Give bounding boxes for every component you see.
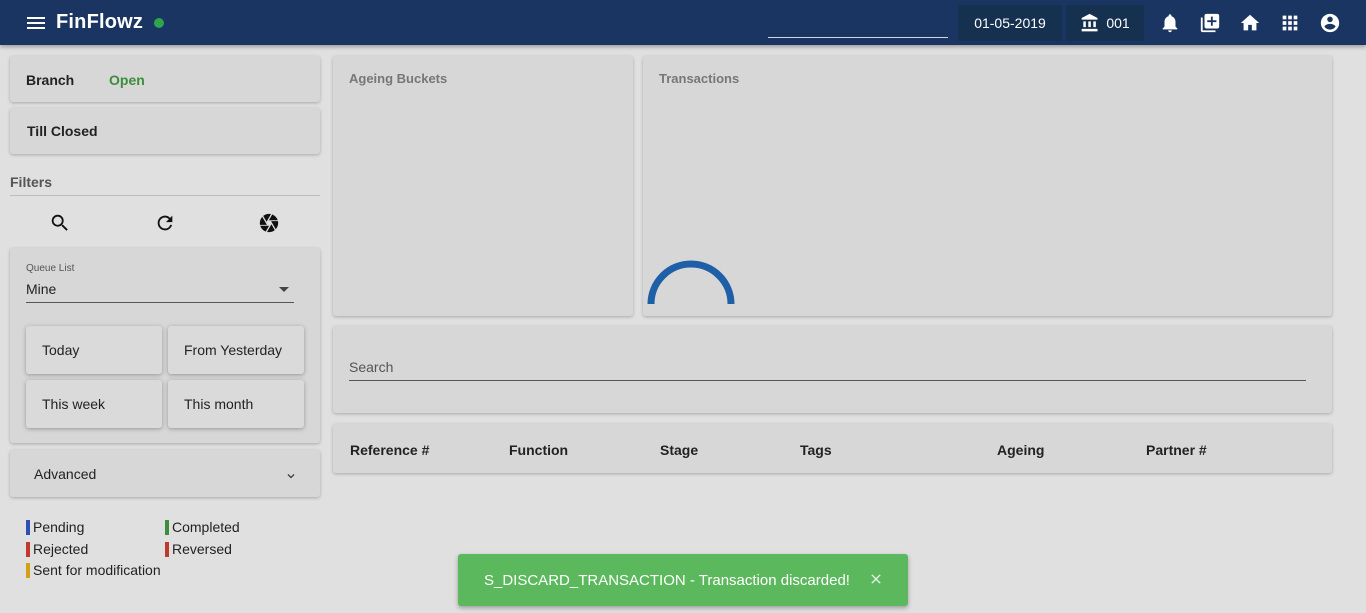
refresh-icon[interactable] (154, 212, 176, 234)
home-icon[interactable] (1239, 12, 1261, 34)
column-header-function[interactable]: Function (509, 442, 568, 458)
till-status: Till Closed (27, 123, 98, 139)
advanced-filters-toggle[interactable]: Advanced (10, 450, 320, 497)
legend-completed: Completed (165, 519, 240, 535)
legend-label: Sent for modification (33, 562, 161, 578)
top-bar: FinFlowz 01-05-2019 001 (0, 0, 1366, 45)
search-underline (349, 380, 1306, 381)
legend-swatch (165, 520, 169, 535)
account-circle-icon[interactable] (1319, 12, 1341, 34)
column-header-ageing[interactable]: Ageing (997, 442, 1044, 458)
advanced-label: Advanced (34, 466, 97, 482)
legend-swatch (26, 520, 30, 535)
queue-list-label: Queue List (26, 263, 75, 274)
this-week-button[interactable]: This week (26, 380, 162, 428)
transactions-title: Transactions (659, 71, 740, 86)
header-input[interactable] (768, 14, 948, 38)
search-icon[interactable] (49, 212, 71, 234)
branch-code: 001 (1106, 15, 1130, 31)
ageing-buckets-panel: Ageing Buckets (333, 56, 633, 316)
today-button[interactable]: Today (26, 326, 162, 374)
dropdown-arrow-icon[interactable] (279, 287, 289, 292)
transactions-table-header: Reference # Function Stage Tags Ageing P… (333, 424, 1332, 473)
column-header-partner[interactable]: Partner # (1146, 442, 1207, 458)
date-display[interactable]: 01-05-2019 (958, 5, 1062, 41)
app-title: FinFlowz (56, 11, 144, 33)
legend-swatch (26, 542, 30, 557)
queue-filter-card: Queue List Mine Today From Yesterday Thi… (10, 248, 320, 443)
aperture-icon[interactable] (258, 212, 280, 234)
menu-icon[interactable] (24, 11, 48, 35)
legend-swatch (26, 563, 30, 578)
branch-status-card: Branch Open (10, 56, 320, 102)
legend-label: Completed (172, 519, 240, 535)
branch-label: Branch (26, 72, 75, 88)
branch-selector[interactable]: 001 (1066, 5, 1144, 41)
column-header-reference[interactable]: Reference # (350, 442, 429, 458)
search-input[interactable]: Search (349, 359, 393, 375)
toast-notification: S_DISCARD_TRANSACTION - Transaction disc… (458, 554, 908, 606)
filters-title: Filters (10, 174, 53, 190)
legend-reversed: Reversed (165, 541, 232, 557)
apps-icon[interactable] (1279, 12, 1301, 34)
filters-divider (10, 195, 320, 196)
online-status-dot (154, 18, 164, 28)
close-icon[interactable] (868, 571, 884, 587)
search-card: Search (333, 326, 1332, 413)
legend-sent-for-modification: Sent for modification (26, 562, 161, 578)
legend-swatch (165, 542, 169, 557)
toast-message: S_DISCARD_TRANSACTION - Transaction disc… (484, 572, 850, 589)
ageing-buckets-title: Ageing Buckets (349, 71, 448, 86)
legend-label: Reversed (172, 541, 232, 557)
bell-icon[interactable] (1159, 12, 1181, 34)
branch-status: Open (109, 72, 145, 88)
queue-list-underline (26, 302, 294, 303)
column-header-stage[interactable]: Stage (660, 442, 698, 458)
this-month-button[interactable]: This month (168, 380, 304, 428)
legend-rejected: Rejected (26, 541, 88, 557)
chevron-down-icon (287, 474, 295, 479)
queue-list-select[interactable]: Mine (26, 281, 56, 297)
legend-label: Pending (33, 519, 85, 535)
column-header-tags[interactable]: Tags (800, 442, 832, 458)
add-box-icon[interactable] (1199, 12, 1221, 34)
legend-label: Rejected (33, 541, 89, 557)
transactions-panel: Transactions (643, 56, 1332, 316)
till-status-card: Till Closed (10, 108, 320, 154)
legend-pending: Pending (26, 519, 84, 535)
bank-icon (1081, 13, 1098, 32)
from-yesterday-button[interactable]: From Yesterday (168, 326, 304, 374)
